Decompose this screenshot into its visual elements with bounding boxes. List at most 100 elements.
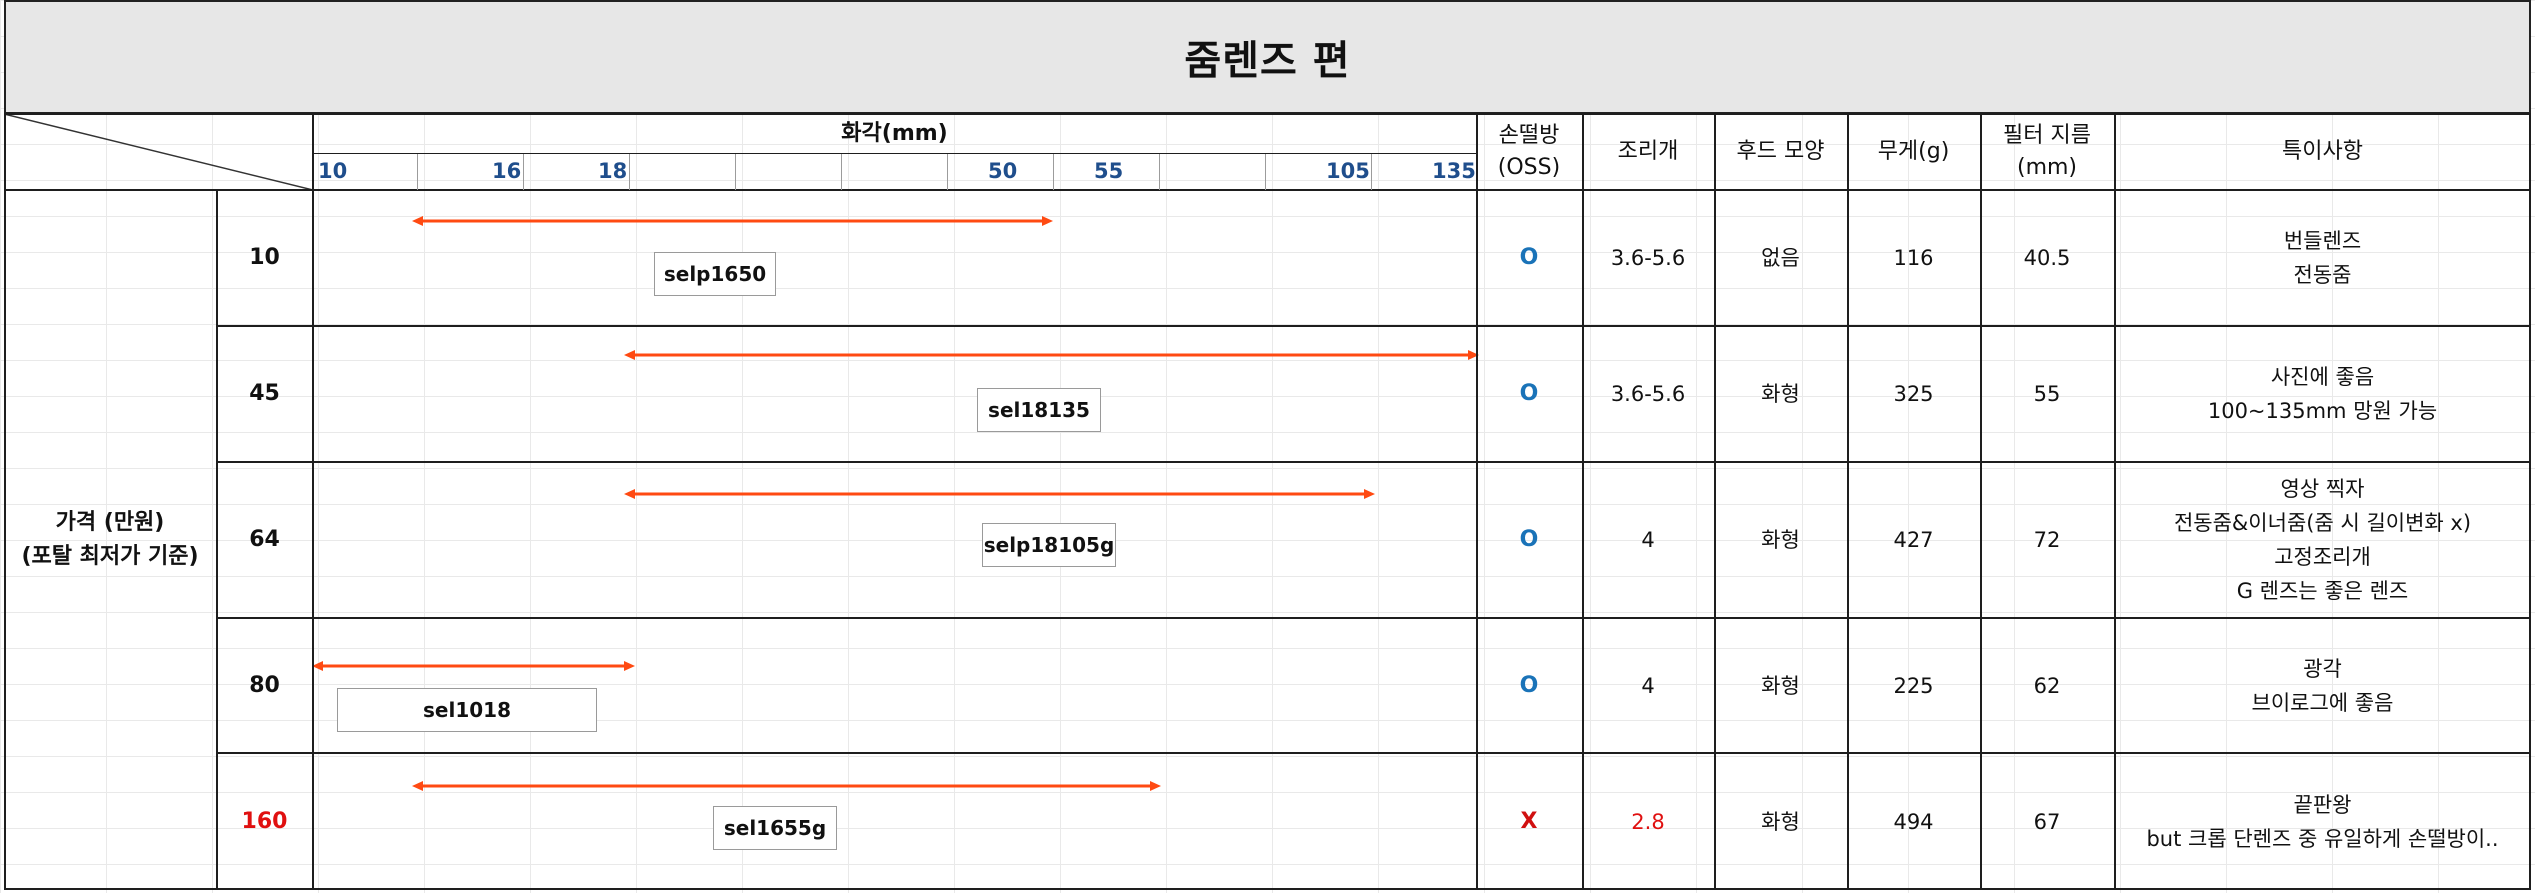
filter-cell: 67 xyxy=(2033,809,2061,834)
hood-header: 후드 모양 xyxy=(1736,139,1825,164)
focal-tick-50: 50 xyxy=(988,159,1018,183)
tick-divider xyxy=(1159,154,1160,190)
filter-header-line1: 필터 지름 xyxy=(2003,123,2091,148)
focal-tick-18: 18 xyxy=(598,159,628,183)
row-divider xyxy=(216,752,2531,754)
tick-divider xyxy=(1371,154,1372,190)
tick-divider xyxy=(947,154,948,190)
weight-header: 무게(g) xyxy=(1877,139,1950,164)
notes-cell: 번들렌즈 전동줌 xyxy=(2114,190,2531,326)
table-border xyxy=(2529,113,2531,890)
note-line: 번들렌즈 xyxy=(2283,229,2362,253)
hood-cell: 화형 xyxy=(1761,809,1800,834)
column-divider xyxy=(2114,114,2116,890)
oss-value: X xyxy=(1520,808,1538,834)
filter-header-line2: (mm) xyxy=(2016,155,2078,180)
weight-cell: 325 xyxy=(1893,382,1934,406)
aperture-cell: 3.6-5.6 xyxy=(1610,382,1686,406)
price-cell: 160 xyxy=(216,753,313,890)
notes-cell: 사진에 좋음 100~135mm 망원 가능 xyxy=(2114,326,2531,462)
lens-model-label: selp1650 xyxy=(654,252,776,296)
hood-cell: 없음 xyxy=(1761,246,1800,270)
aperture-cell: 2.8 xyxy=(1631,809,1665,834)
oss-cell: O xyxy=(1476,326,1582,462)
lens-model-label: sel18135 xyxy=(977,388,1101,432)
oss-header: 손떨방 (OSS) xyxy=(1476,114,1582,190)
notes-cell: 영상 찍자 전동줌&이너줌(줌 시 길이변화 x) 고정조리개 G 렌즈는 좋은… xyxy=(2114,462,2531,618)
price-cell: 45 xyxy=(216,326,313,462)
weight-cell: 494 xyxy=(1893,809,1934,834)
focal-length-header: 화각(mm) xyxy=(841,121,948,146)
price-value: 80 xyxy=(249,672,280,698)
tick-divider xyxy=(629,154,630,190)
corner-diagonal-line xyxy=(4,114,313,190)
notes-header: 특이사항 xyxy=(2282,139,2363,164)
hood-cell: 화형 xyxy=(1761,528,1800,552)
hood-cell: 화형 xyxy=(1761,382,1800,406)
oss-value: O xyxy=(1519,381,1539,406)
table-border xyxy=(4,113,2531,115)
column-divider xyxy=(1980,114,1982,890)
oss-cell: X xyxy=(1476,753,1582,890)
row-divider xyxy=(216,461,2531,463)
row-divider xyxy=(216,617,2531,619)
focal-tick-16: 16 xyxy=(492,159,522,183)
tick-divider xyxy=(1053,154,1054,190)
column-divider xyxy=(1714,114,1716,890)
note-line: 브이로그에 좋음 xyxy=(2251,690,2394,715)
filter-cell: 55 xyxy=(2033,382,2061,406)
focal-tick-10: 10 xyxy=(318,159,348,183)
price-value: 64 xyxy=(249,527,280,552)
column-divider xyxy=(216,190,218,890)
weight-cell: 116 xyxy=(1893,246,1934,270)
oss-header-line2: (OSS) xyxy=(1497,155,1561,180)
note-line: 사진에 좋음 xyxy=(2270,365,2375,389)
weight-cell: 225 xyxy=(1893,673,1934,698)
note-line: 전동줌&이너줌(줌 시 길이변화 x) xyxy=(2173,511,2472,535)
filter-cell: 72 xyxy=(2033,528,2061,552)
header-divider xyxy=(313,153,1476,154)
column-divider xyxy=(1847,114,1849,890)
lens-model-label: sel1655g xyxy=(713,806,837,850)
price-value: 45 xyxy=(249,381,280,406)
oss-cell: O xyxy=(1476,462,1582,618)
price-axis-line1: 가격 (만원) xyxy=(55,510,165,535)
note-line: 100~135mm 망원 가능 xyxy=(2207,399,2438,423)
oss-cell: O xyxy=(1476,618,1582,753)
table-border xyxy=(4,888,2531,890)
note-line: 전동줌 xyxy=(2293,263,2352,287)
focal-tick-55: 55 xyxy=(1094,159,1124,183)
notes-cell: 끝판왕 but 크롭 단렌즈 중 유일하게 손떨방이.. xyxy=(2114,753,2531,890)
tick-divider xyxy=(841,154,842,190)
oss-value: O xyxy=(1519,527,1539,552)
hood-cell: 화형 xyxy=(1761,673,1800,698)
aperture-cell: 3.6-5.6 xyxy=(1610,246,1686,270)
note-line: 광각 xyxy=(2303,656,2342,681)
oss-header-line1: 손떨방 xyxy=(1498,123,1560,148)
lens-model-label: selp18105g xyxy=(982,523,1116,567)
aperture-cell: 4 xyxy=(1641,528,1655,552)
price-axis-label: 가격 (만원) (포탈 최저가 기준) xyxy=(4,190,216,890)
row-divider xyxy=(216,325,2531,327)
tick-divider xyxy=(735,154,736,190)
aperture-cell: 4 xyxy=(1641,673,1655,698)
note-line: G 렌즈는 좋은 렌즈 xyxy=(2236,579,2409,603)
price-value: 160 xyxy=(241,808,288,834)
column-divider xyxy=(1476,114,1478,890)
focal-tick-135: 135 xyxy=(1432,159,1476,183)
price-axis-line2: (포탈 최저가 기준) xyxy=(21,544,199,569)
note-line: 고정조리개 xyxy=(2274,545,2371,569)
page-title: 줌렌즈 편 xyxy=(1184,38,1351,84)
oss-value: O xyxy=(1519,245,1539,270)
header-divider xyxy=(4,189,2531,191)
filter-cell: 62 xyxy=(2033,673,2061,698)
sheet-title-band: 줌렌즈 편 xyxy=(4,0,2531,114)
column-divider xyxy=(312,114,314,890)
tick-divider xyxy=(417,154,418,190)
focal-tick-105: 105 xyxy=(1326,159,1370,183)
lens-model-label: sel1018 xyxy=(337,688,597,732)
price-cell: 80 xyxy=(216,618,313,753)
note-line: but 크롭 단렌즈 중 유일하게 손떨방이.. xyxy=(2146,826,2499,851)
oss-value: O xyxy=(1519,672,1539,698)
aperture-header: 조리개 xyxy=(1617,139,1679,164)
